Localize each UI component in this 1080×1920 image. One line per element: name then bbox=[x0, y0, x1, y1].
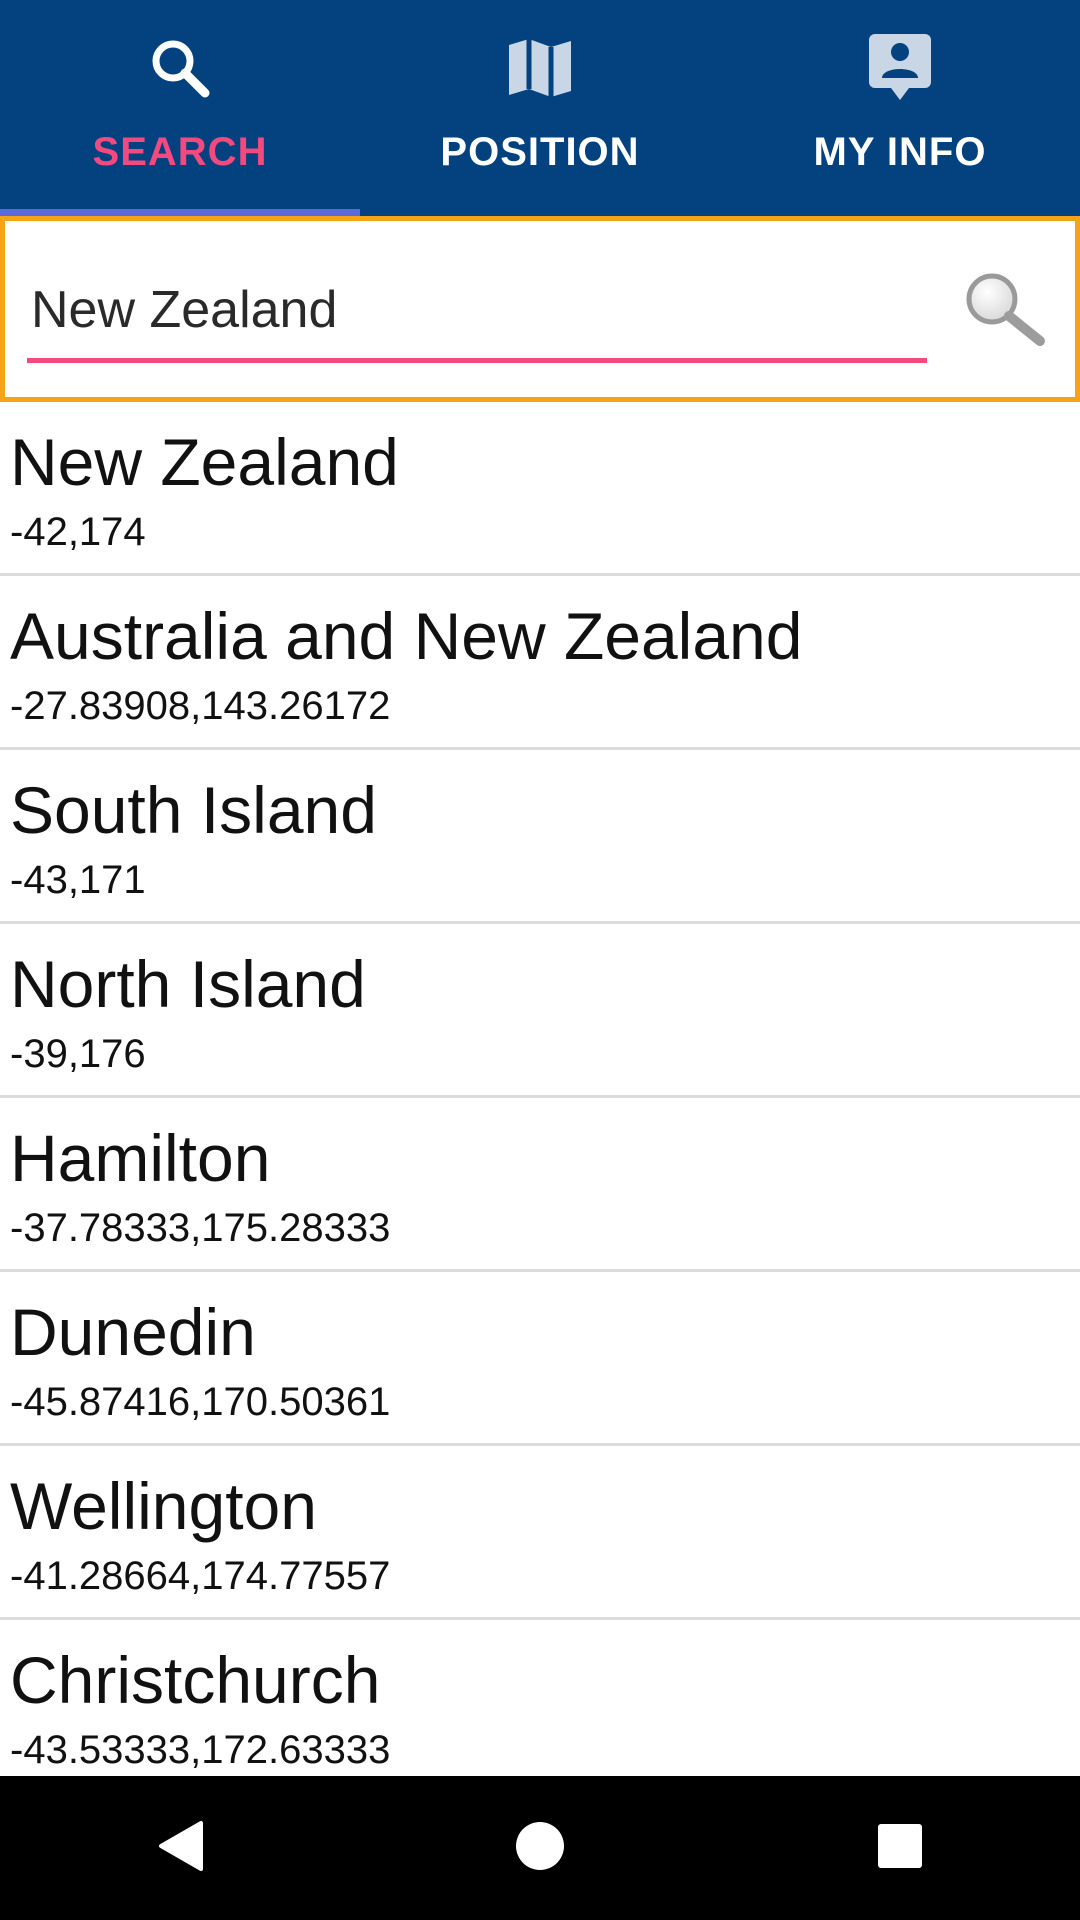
list-item[interactable]: New Zealand -42,174 bbox=[0, 402, 1080, 576]
result-name: Dunedin bbox=[10, 1295, 256, 1369]
list-item[interactable]: Australia and New Zealand -27.83908,143.… bbox=[0, 576, 1080, 750]
list-item[interactable]: Dunedin -45.87416,170.50361 bbox=[0, 1272, 1080, 1446]
home-circle-icon bbox=[515, 1821, 565, 1876]
screen: SEARCH POSITION MY INFO New Zealand New … bbox=[0, 0, 1080, 1920]
result-coords: -27.83908,143.26172 bbox=[10, 684, 391, 728]
list-item[interactable]: Hamilton -37.78333,175.28333 bbox=[0, 1098, 1080, 1272]
nav-home-button[interactable] bbox=[480, 1788, 600, 1908]
search-box bbox=[0, 216, 1080, 402]
list-item[interactable]: Christchurch -43.53333,172.63333 bbox=[0, 1620, 1080, 1776]
result-name: Wellington bbox=[10, 1469, 317, 1543]
result-coords: -41.28664,174.77557 bbox=[10, 1554, 391, 1598]
result-coords: -42,174 bbox=[10, 510, 146, 554]
tab-search[interactable]: SEARCH bbox=[0, 0, 360, 216]
list-item[interactable]: North Island -39,176 bbox=[0, 924, 1080, 1098]
system-nav-bar bbox=[0, 1776, 1080, 1920]
tab-my-info[interactable]: MY INFO bbox=[720, 0, 1080, 216]
list-item[interactable]: Wellington -41.28664,174.77557 bbox=[0, 1446, 1080, 1620]
tab-position-label: POSITION bbox=[440, 130, 640, 174]
back-triangle-icon bbox=[155, 1819, 205, 1878]
result-name: South Island bbox=[10, 773, 377, 847]
contact-card-icon bbox=[860, 28, 940, 108]
tab-search-label: SEARCH bbox=[92, 130, 268, 174]
tab-my-info-label: MY INFO bbox=[813, 130, 987, 174]
result-name: Christchurch bbox=[10, 1643, 381, 1717]
result-coords: -43,171 bbox=[10, 858, 146, 902]
search-button[interactable] bbox=[955, 266, 1055, 356]
result-coords: -37.78333,175.28333 bbox=[10, 1206, 391, 1250]
result-name: New Zealand bbox=[10, 425, 399, 499]
result-name: Australia and New Zealand bbox=[10, 599, 803, 673]
results-list: New Zealand -42,174 Australia and New Ze… bbox=[0, 402, 1080, 1776]
search-underline bbox=[27, 358, 927, 363]
list-item[interactable]: South Island -43,171 bbox=[0, 750, 1080, 924]
tab-indicator bbox=[0, 209, 360, 216]
result-coords: -43.53333,172.63333 bbox=[10, 1728, 391, 1772]
tab-indicator bbox=[360, 209, 720, 216]
tab-indicator bbox=[720, 209, 1080, 216]
result-coords: -39,176 bbox=[10, 1032, 146, 1076]
result-name: Hamilton bbox=[10, 1121, 271, 1195]
result-coords: -45.87416,170.50361 bbox=[10, 1380, 391, 1424]
result-name: North Island bbox=[10, 947, 366, 1021]
tab-position[interactable]: POSITION bbox=[360, 0, 720, 216]
search-input[interactable] bbox=[27, 269, 927, 351]
map-icon bbox=[500, 28, 580, 108]
search-icon bbox=[140, 28, 220, 108]
tab-bar: SEARCH POSITION MY INFO bbox=[0, 0, 1080, 216]
nav-back-button[interactable] bbox=[120, 1788, 240, 1908]
recents-square-icon bbox=[876, 1822, 924, 1875]
magnifier-icon bbox=[960, 269, 1050, 354]
nav-recents-button[interactable] bbox=[840, 1788, 960, 1908]
